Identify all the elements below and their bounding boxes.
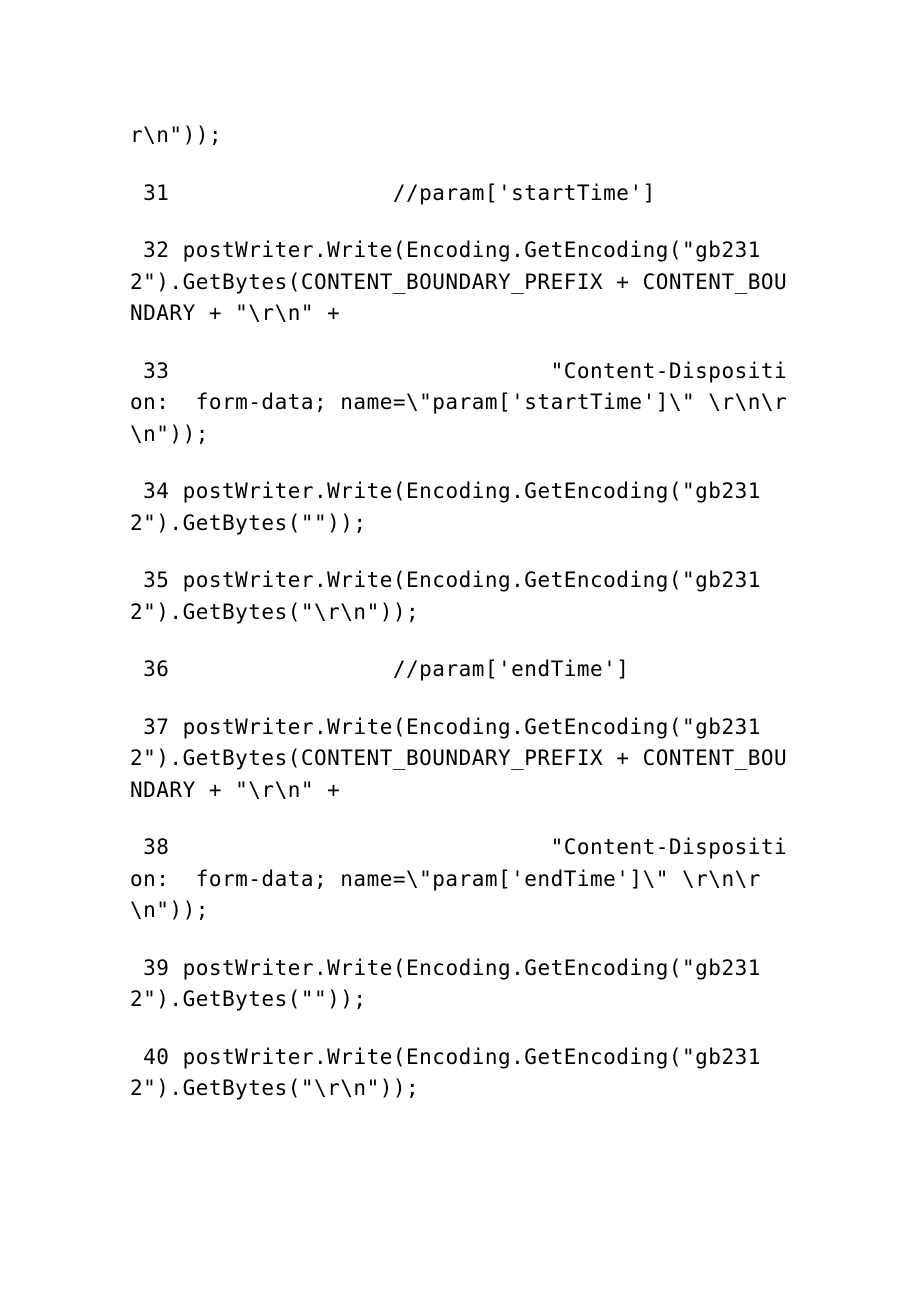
code-line: 36 //param['endTime'] <box>130 654 800 686</box>
code-line: 32 postWriter.Write(Encoding.GetEncoding… <box>130 235 800 330</box>
code-document: r\n")); 31 //param['startTime'] 32 postW… <box>130 120 800 1105</box>
code-line: 34 postWriter.Write(Encoding.GetEncoding… <box>130 476 800 539</box>
code-line: r\n")); <box>130 120 800 152</box>
code-line: 33 "Content-Disposition: form-data; name… <box>130 356 800 451</box>
code-line: 40 postWriter.Write(Encoding.GetEncoding… <box>130 1042 800 1105</box>
code-line: 38 "Content-Disposition: form-data; name… <box>130 832 800 927</box>
code-line: 31 //param['startTime'] <box>130 178 800 210</box>
code-line: 37 postWriter.Write(Encoding.GetEncoding… <box>130 712 800 807</box>
code-line: 35 postWriter.Write(Encoding.GetEncoding… <box>130 565 800 628</box>
code-line: 39 postWriter.Write(Encoding.GetEncoding… <box>130 953 800 1016</box>
